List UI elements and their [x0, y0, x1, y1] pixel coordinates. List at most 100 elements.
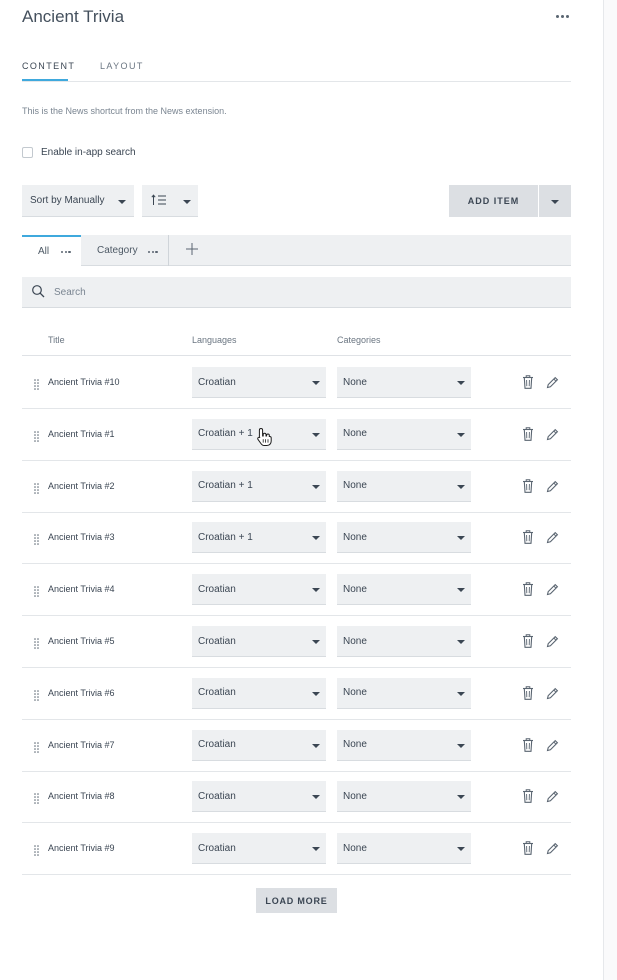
table-row: Ancient Trivia #4 Croatian None [22, 564, 571, 617]
category-select[interactable]: None [337, 418, 471, 450]
edit-pencil-icon[interactable] [545, 788, 559, 804]
drag-handle-icon[interactable] [34, 791, 39, 805]
drag-handle-icon[interactable] [34, 584, 39, 597]
chevron-down-icon [312, 640, 320, 644]
edit-pencil-icon[interactable] [545, 685, 559, 701]
language-select-value: Croatian [198, 687, 236, 699]
add-filter-icon[interactable] [184, 241, 200, 257]
chevron-down-icon [457, 847, 465, 852]
active-tab-indicator [22, 79, 68, 81]
trash-icon[interactable] [521, 685, 535, 701]
language-select[interactable]: Croatian [192, 367, 326, 398]
drag-handle-icon[interactable] [34, 377, 39, 390]
search-input[interactable] [54, 283, 554, 301]
language-select[interactable]: Croatian [192, 574, 326, 606]
chevron-down-icon [312, 381, 320, 385]
category-select[interactable]: None [337, 574, 471, 606]
language-select[interactable]: Croatian + 1 [192, 470, 326, 502]
filter-tab-category-label: Category [97, 245, 138, 256]
drag-handle-icon[interactable] [34, 481, 39, 494]
drag-handle-icon[interactable] [34, 740, 39, 753]
column-header-categories: Categories [337, 335, 381, 345]
chevron-down-icon [312, 795, 320, 800]
row-title: Ancient Trivia #4 [48, 584, 115, 595]
load-more-button[interactable]: LOAD MORE [256, 888, 337, 913]
row-title: Ancient Trivia #3 [48, 532, 115, 543]
trash-icon[interactable] [521, 426, 535, 442]
more-horizontal-icon [555, 14, 559, 18]
language-select[interactable]: Croatian [192, 626, 326, 657]
sort-order-icon [151, 194, 166, 205]
edit-pencil-icon[interactable] [545, 374, 559, 390]
filter-category-more-icon[interactable] [148, 251, 158, 254]
chevron-down-icon [457, 588, 465, 593]
chevron-down-icon [312, 484, 320, 489]
drag-handle-icon[interactable] [34, 532, 39, 546]
category-select[interactable]: None [337, 470, 471, 502]
chevron-down-icon [312, 691, 320, 696]
chevron-down-icon [457, 536, 465, 541]
category-select-value: None [343, 428, 367, 440]
filter-tab-all[interactable]: All [22, 235, 81, 266]
filter-divider [168, 235, 169, 266]
category-select[interactable]: None [337, 626, 471, 657]
language-select[interactable]: Croatian + 1 [192, 522, 326, 554]
category-select[interactable]: None [337, 833, 471, 865]
language-select[interactable]: Croatian [192, 729, 326, 761]
category-select[interactable]: None [337, 677, 471, 709]
row-title: Ancient Trivia #9 [48, 843, 115, 854]
sort-select-label: Sort by Manually [30, 195, 105, 206]
language-select[interactable]: Croatian [192, 781, 326, 813]
category-select[interactable]: None [337, 367, 471, 398]
drag-handle-icon[interactable] [34, 688, 39, 701]
trash-icon[interactable] [521, 529, 535, 545]
sort-order-select[interactable] [142, 185, 198, 217]
add-item-button[interactable]: ADD ITEM [449, 185, 538, 217]
chevron-down-icon [118, 200, 126, 204]
drag-handle-icon[interactable] [34, 843, 39, 856]
edit-pencil-icon[interactable] [545, 581, 559, 597]
trash-icon[interactable] [521, 478, 535, 494]
trash-icon[interactable] [521, 374, 535, 390]
more-options-button[interactable] [551, 8, 573, 24]
trash-icon[interactable] [521, 737, 535, 753]
row-title: Ancient Trivia #8 [48, 791, 115, 802]
category-select-value: None [343, 687, 367, 699]
tab-layout[interactable]: LAYOUT [100, 61, 144, 71]
edit-pencil-icon[interactable] [545, 737, 559, 753]
shortcut-description: This is the News shortcut from the News … [22, 106, 227, 116]
tab-content[interactable]: CONTENT [22, 61, 75, 71]
trash-icon[interactable] [521, 788, 535, 804]
category-select[interactable]: None [337, 781, 471, 813]
sort-select[interactable]: Sort by Manually [22, 185, 134, 217]
category-select[interactable]: None [337, 522, 471, 554]
column-header-languages: Languages [192, 335, 237, 345]
category-select-value: None [343, 842, 367, 854]
edit-pencil-icon[interactable] [545, 426, 559, 442]
table-row: Ancient Trivia #3 Croatian + 1 None [22, 512, 571, 565]
filter-all-more-icon[interactable] [61, 251, 71, 254]
edit-pencil-icon[interactable] [545, 840, 559, 856]
category-select-value: None [343, 480, 367, 492]
trash-icon[interactable] [521, 581, 535, 597]
trash-icon[interactable] [521, 633, 535, 649]
edit-pencil-icon[interactable] [545, 478, 559, 494]
language-select-value: Croatian [198, 739, 236, 751]
trash-icon[interactable] [521, 840, 535, 856]
chevron-down-icon [312, 536, 320, 541]
in-app-search-label: Enable in-app search [41, 147, 136, 158]
language-select[interactable]: Croatian [192, 677, 326, 709]
language-select[interactable]: Croatian [192, 833, 326, 865]
category-select[interactable]: None [337, 729, 471, 761]
edit-pencil-icon[interactable] [545, 529, 559, 545]
drag-handle-icon[interactable] [34, 429, 39, 442]
chevron-down-icon [183, 200, 191, 204]
edit-pencil-icon[interactable] [545, 633, 559, 649]
panel-edge [604, 0, 617, 980]
drag-handle-icon[interactable] [34, 636, 39, 649]
table-row: Ancient Trivia #9 Croatian None [22, 823, 571, 876]
in-app-search-checkbox[interactable] [22, 147, 33, 158]
chevron-down-icon [457, 381, 465, 385]
add-item-dropdown-button[interactable] [539, 185, 571, 217]
chevron-down-icon [457, 795, 465, 800]
